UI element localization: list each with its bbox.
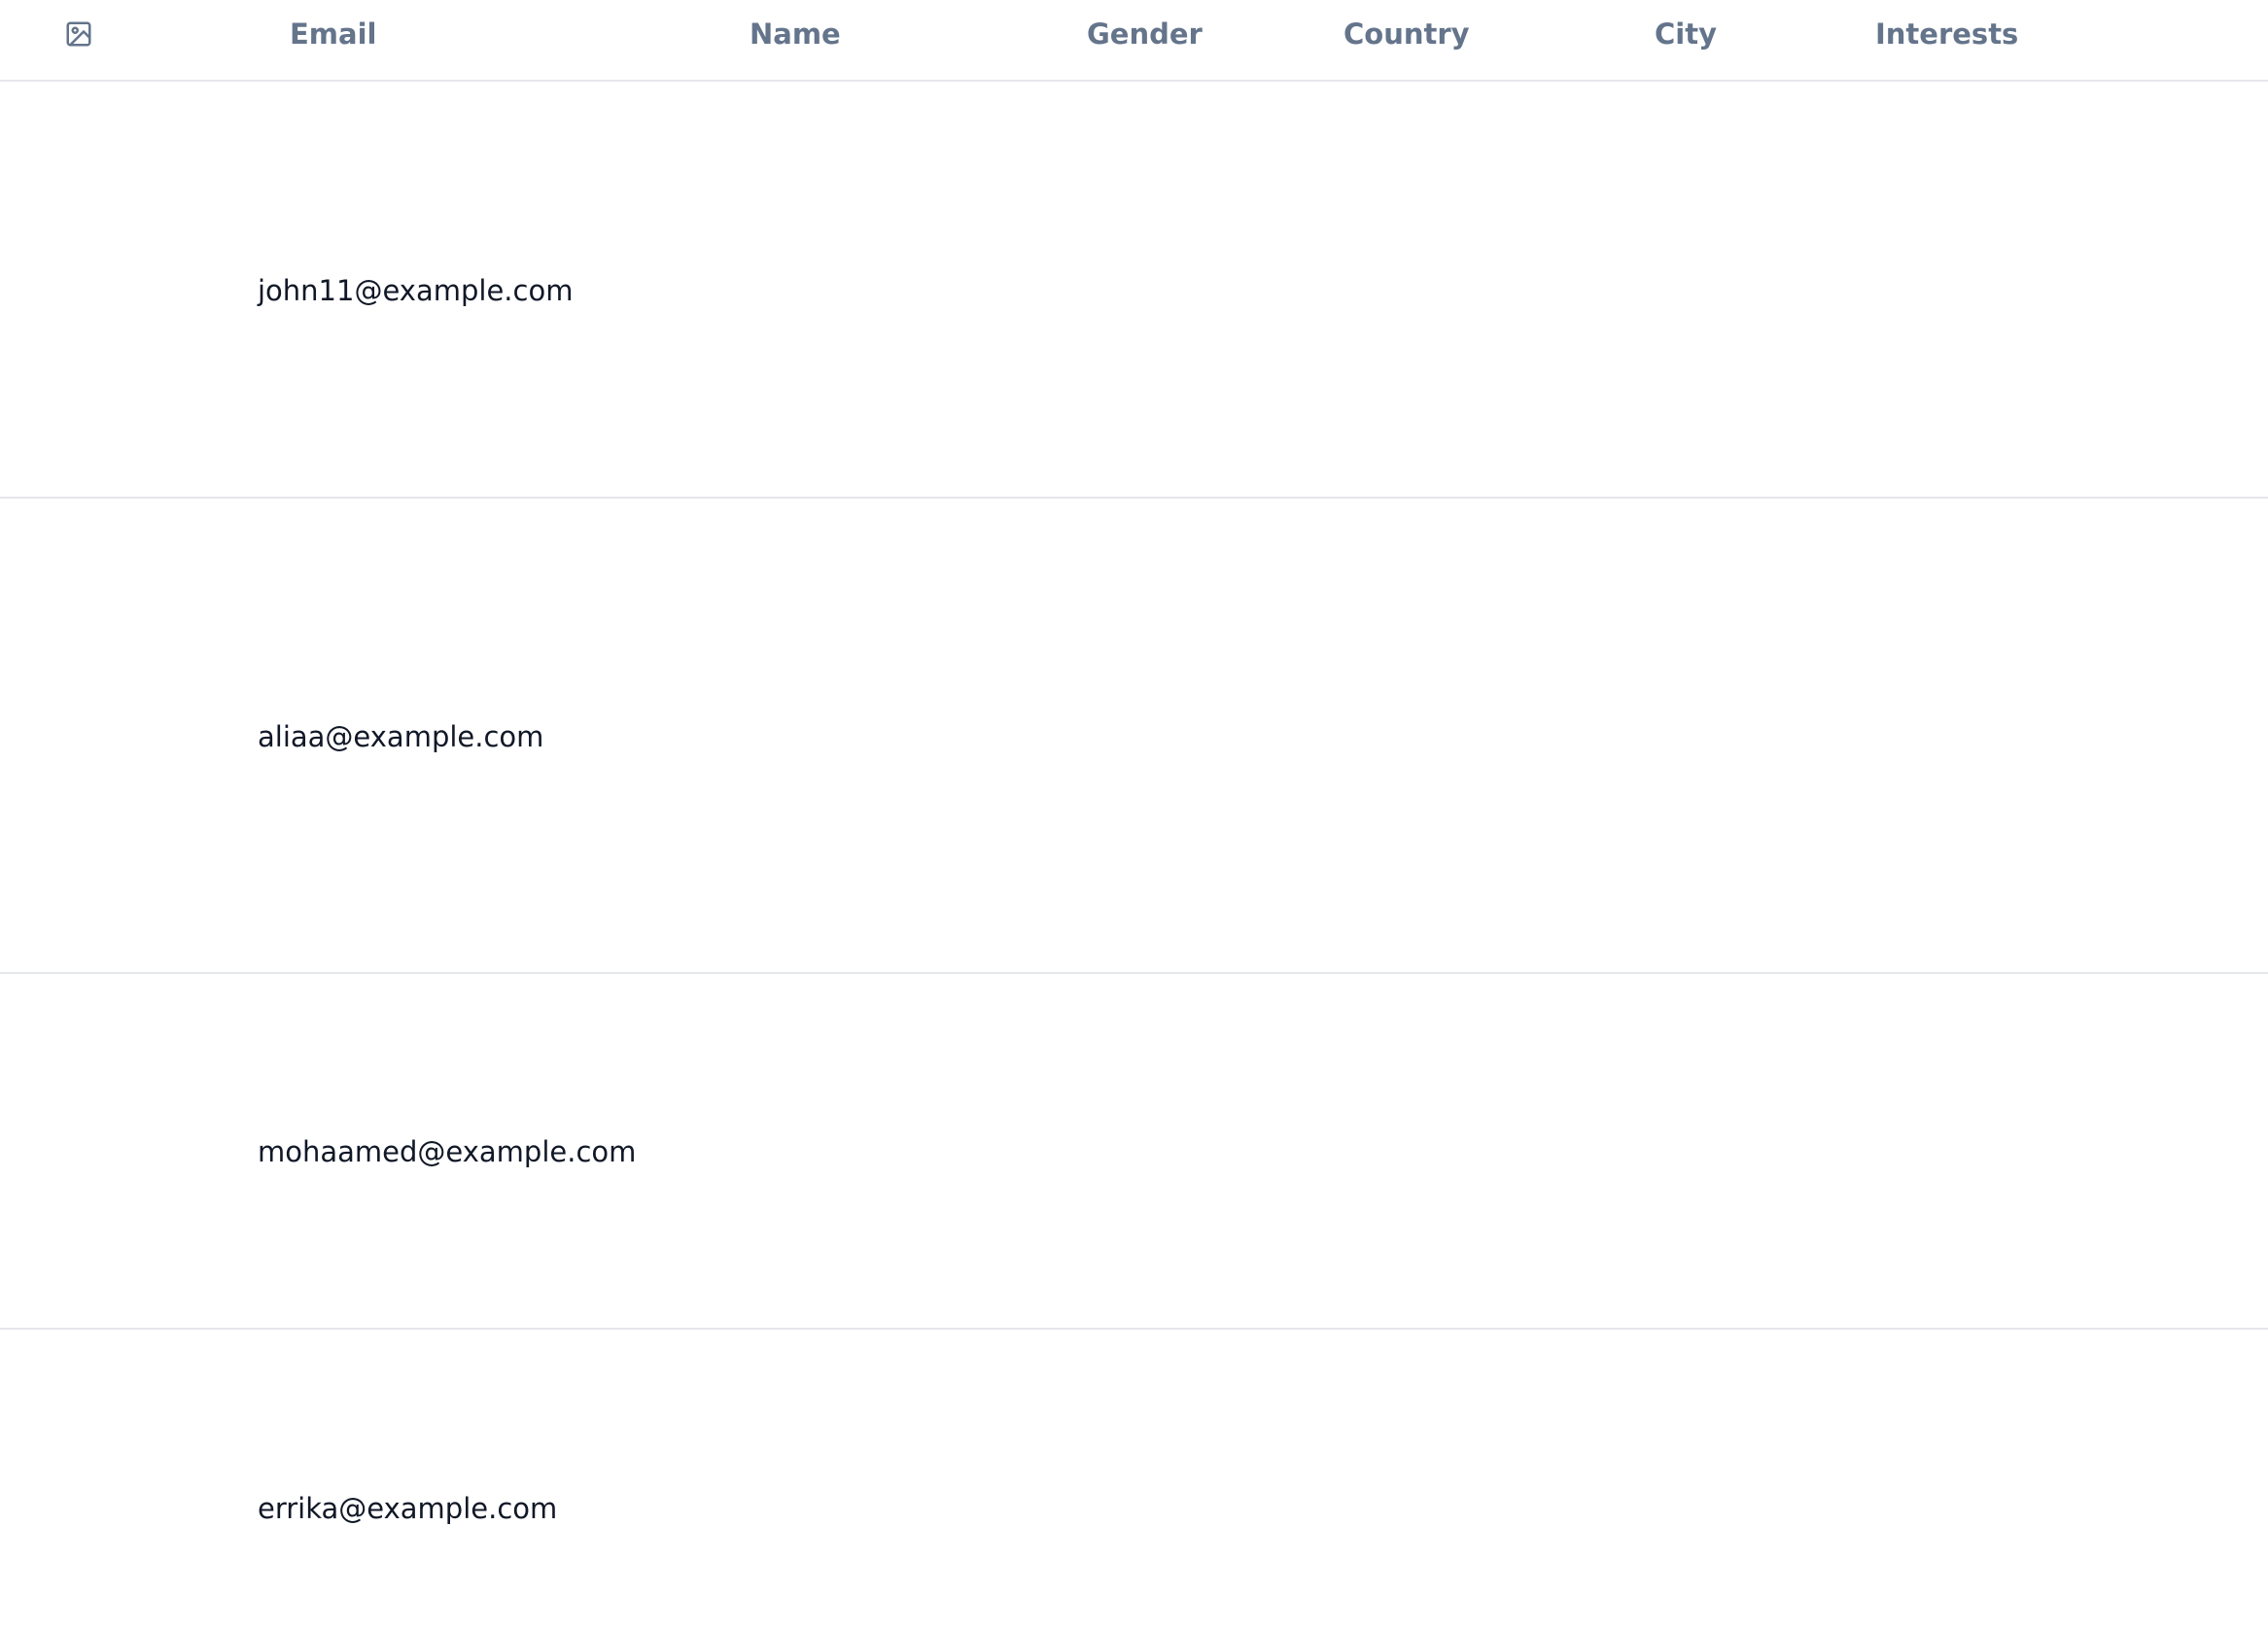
column-header-email[interactable]: Email bbox=[290, 0, 376, 82]
table-row[interactable]: errika@example.com bbox=[0, 1330, 2268, 1630]
email-cell: john11@example.com bbox=[258, 274, 574, 307]
table-row[interactable]: john11@example.com bbox=[0, 82, 2268, 499]
email-cell: mohaamed@example.com bbox=[258, 1135, 637, 1168]
column-header-name[interactable]: Name bbox=[750, 0, 841, 82]
table-header: Email Name Gender Country City Interests bbox=[0, 0, 2268, 82]
image-icon[interactable] bbox=[64, 19, 93, 49]
table-row[interactable]: aliaa@example.com bbox=[0, 499, 2268, 974]
column-header-country[interactable]: Country bbox=[1343, 0, 1470, 82]
column-header-gender[interactable]: Gender bbox=[1087, 0, 1203, 82]
email-cell: errika@example.com bbox=[258, 1492, 558, 1525]
email-cell: aliaa@example.com bbox=[258, 720, 544, 753]
column-header-interests[interactable]: Interests bbox=[1875, 0, 2018, 82]
column-header-city[interactable]: City bbox=[1655, 0, 1717, 82]
users-table: Email Name Gender Country City Interests… bbox=[0, 0, 2268, 1630]
table-row[interactable]: mohaamed@example.com bbox=[0, 974, 2268, 1330]
